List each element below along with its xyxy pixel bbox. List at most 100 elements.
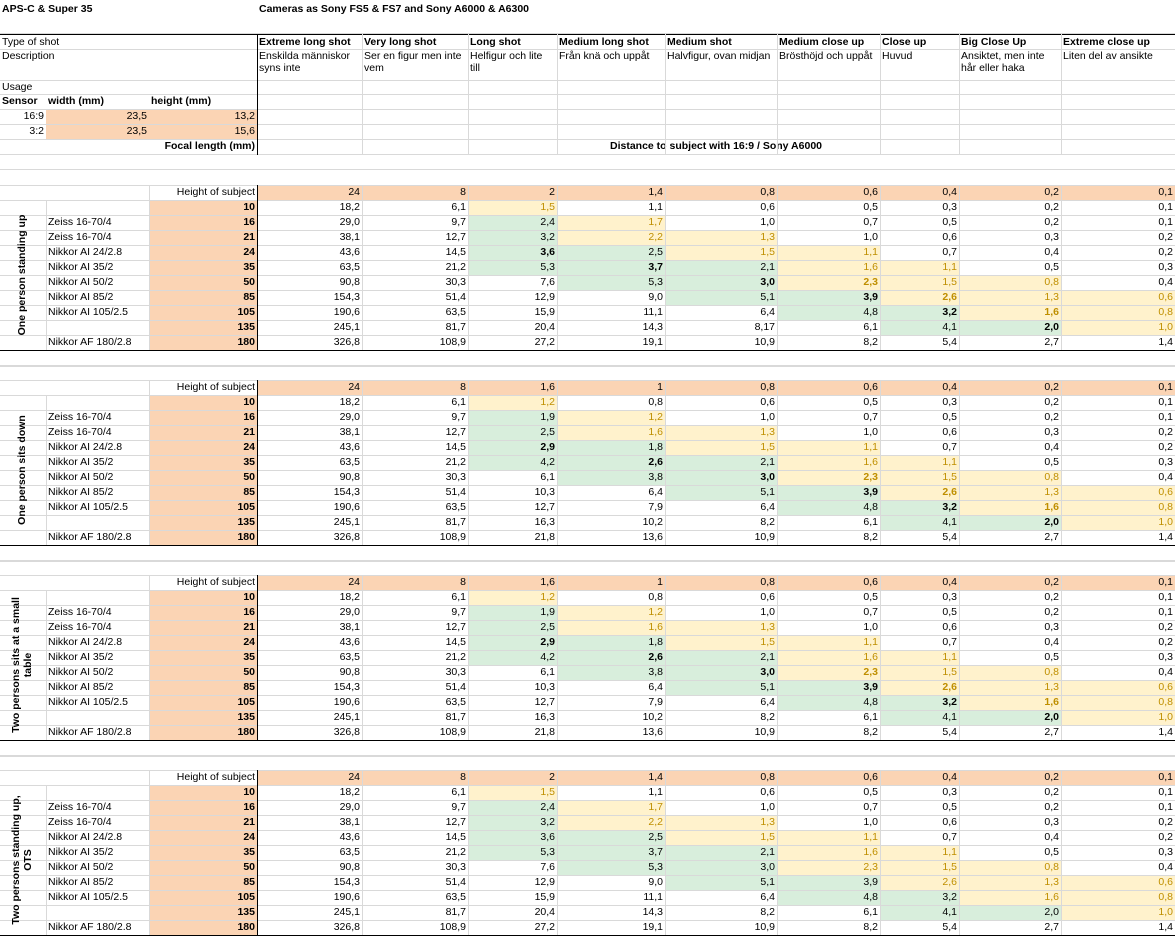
distance-value[interactable]: 4,2	[468, 456, 557, 470]
distance-value[interactable]: 1,1	[777, 441, 880, 455]
distance-value[interactable]: 2,5	[468, 621, 557, 635]
distance-value[interactable]: 1,0	[665, 606, 777, 620]
distance-value[interactable]: 0,8	[557, 396, 665, 410]
distance-value[interactable]: 0,2	[1061, 441, 1175, 455]
focal-length[interactable]: 135	[149, 321, 257, 335]
focal-length[interactable]: 105	[149, 891, 257, 905]
subject-height[interactable]: 0,6	[777, 771, 880, 785]
distance-value[interactable]: 1,8	[557, 636, 665, 650]
distance-value[interactable]: 30,3	[362, 861, 468, 875]
distance-value[interactable]: 1,5	[880, 666, 959, 680]
distance-value[interactable]: 15,9	[468, 891, 557, 905]
distance-value[interactable]: 21,8	[468, 531, 557, 545]
distance-value[interactable]: 1,4	[1061, 336, 1175, 350]
distance-value[interactable]: 2,2	[557, 816, 665, 830]
distance-value[interactable]: 0,6	[880, 426, 959, 440]
distance-value[interactable]: 7,9	[557, 501, 665, 515]
distance-value[interactable]: 15,9	[468, 306, 557, 320]
distance-value[interactable]: 1,5	[665, 831, 777, 845]
distance-value[interactable]: 5,3	[557, 276, 665, 290]
subject-height[interactable]: 8	[362, 576, 468, 590]
distance-value[interactable]: 30,3	[362, 276, 468, 290]
distance-value[interactable]: 2,1	[665, 261, 777, 275]
distance-value[interactable]: 154,3	[257, 291, 362, 305]
distance-value[interactable]: 1,6	[777, 846, 880, 860]
distance-value[interactable]: 43,6	[257, 636, 362, 650]
distance-value[interactable]: 0,7	[880, 636, 959, 650]
distance-value[interactable]: 2,5	[557, 831, 665, 845]
distance-value[interactable]: 1,9	[468, 606, 557, 620]
distance-value[interactable]: 245,1	[257, 906, 362, 920]
distance-value[interactable]: 0,8	[1061, 891, 1175, 905]
distance-value[interactable]: 63,5	[362, 501, 468, 515]
distance-value[interactable]: 6,1	[468, 666, 557, 680]
distance-value[interactable]: 20,4	[468, 321, 557, 335]
distance-value[interactable]: 1,0	[777, 621, 880, 635]
distance-value[interactable]: 2,7	[959, 921, 1061, 935]
subject-height[interactable]: 0,6	[777, 381, 880, 395]
subject-height[interactable]: 1,6	[468, 381, 557, 395]
distance-value[interactable]: 0,1	[1061, 396, 1175, 410]
distance-value[interactable]: 2,0	[959, 711, 1061, 725]
distance-value[interactable]: 29,0	[257, 606, 362, 620]
distance-value[interactable]: 4,1	[880, 711, 959, 725]
distance-value[interactable]: 1,6	[557, 426, 665, 440]
focal-length[interactable]: 50	[149, 861, 257, 875]
distance-value[interactable]: 0,8	[959, 861, 1061, 875]
distance-value[interactable]: 9,7	[362, 216, 468, 230]
distance-value[interactable]: 0,3	[959, 426, 1061, 440]
distance-value[interactable]: 0,7	[777, 801, 880, 815]
distance-value[interactable]: 154,3	[257, 876, 362, 890]
distance-value[interactable]: 0,6	[880, 231, 959, 245]
distance-value[interactable]: 0,2	[1061, 621, 1175, 635]
distance-value[interactable]: 3,9	[777, 291, 880, 305]
distance-value[interactable]: 63,5	[257, 261, 362, 275]
subject-height[interactable]: 0,6	[777, 576, 880, 590]
distance-value[interactable]: 3,2	[880, 891, 959, 905]
distance-value[interactable]: 1,0	[1061, 516, 1175, 530]
distance-value[interactable]: 6,1	[468, 471, 557, 485]
distance-value[interactable]: 1,1	[880, 651, 959, 665]
distance-value[interactable]: 0,5	[880, 411, 959, 425]
distance-value[interactable]: 0,2	[1061, 816, 1175, 830]
distance-value[interactable]: 4,8	[777, 891, 880, 905]
distance-value[interactable]: 1,3	[665, 816, 777, 830]
distance-value[interactable]: 1,1	[880, 846, 959, 860]
distance-value[interactable]: 2,5	[468, 426, 557, 440]
distance-value[interactable]: 9,7	[362, 411, 468, 425]
distance-value[interactable]: 10,9	[665, 531, 777, 545]
distance-value[interactable]: 0,5	[880, 606, 959, 620]
distance-value[interactable]: 81,7	[362, 321, 468, 335]
distance-value[interactable]: 0,2	[959, 411, 1061, 425]
distance-value[interactable]: 20,4	[468, 906, 557, 920]
distance-value[interactable]: 0,2	[1061, 831, 1175, 845]
distance-value[interactable]: 0,3	[880, 201, 959, 215]
distance-value[interactable]: 0,6	[880, 621, 959, 635]
distance-value[interactable]: 4,1	[880, 321, 959, 335]
focal-length[interactable]: 24	[149, 636, 257, 650]
distance-value[interactable]: 11,1	[557, 306, 665, 320]
distance-value[interactable]: 0,8	[959, 471, 1061, 485]
focal-length[interactable]: 10	[149, 786, 257, 800]
distance-value[interactable]: 12,9	[468, 291, 557, 305]
distance-value[interactable]: 14,5	[362, 246, 468, 260]
distance-value[interactable]: 3,2	[880, 306, 959, 320]
subject-height[interactable]: 0,8	[665, 381, 777, 395]
distance-value[interactable]: 1,8	[557, 441, 665, 455]
distance-value[interactable]: 14,5	[362, 441, 468, 455]
distance-value[interactable]: 6,4	[665, 501, 777, 515]
distance-value[interactable]: 21,2	[362, 651, 468, 665]
focal-length[interactable]: 35	[149, 846, 257, 860]
distance-value[interactable]: 8,2	[777, 921, 880, 935]
distance-value[interactable]: 9,7	[362, 801, 468, 815]
distance-value[interactable]: 1,1	[777, 246, 880, 260]
subject-height[interactable]: 0,4	[880, 186, 959, 200]
distance-value[interactable]: 1,0	[1061, 711, 1175, 725]
focal-length[interactable]: 180	[149, 531, 257, 545]
distance-value[interactable]: 0,2	[1061, 231, 1175, 245]
distance-value[interactable]: 21,2	[362, 456, 468, 470]
distance-value[interactable]: 0,4	[1061, 276, 1175, 290]
distance-value[interactable]: 6,1	[362, 201, 468, 215]
distance-value[interactable]: 1,5	[665, 636, 777, 650]
focal-length[interactable]: 16	[149, 606, 257, 620]
